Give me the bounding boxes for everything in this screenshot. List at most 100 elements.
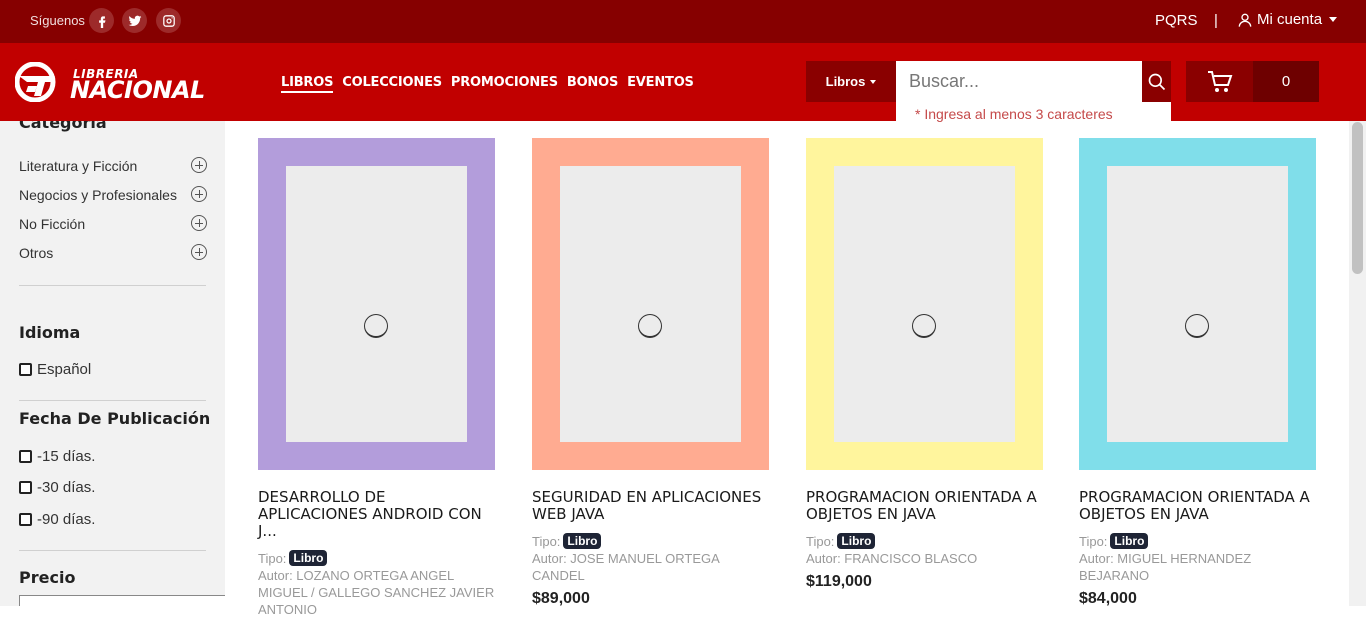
product-author: Autor: FRANCISCO BLASCO xyxy=(806,551,978,566)
follow-label: Síguenos xyxy=(30,13,85,28)
cart-icon xyxy=(1207,70,1232,92)
checkbox-icon[interactable] xyxy=(19,363,32,376)
product-cover[interactable] xyxy=(532,138,769,470)
plus-circle-icon[interactable] xyxy=(191,157,207,173)
product-price: $84,000 xyxy=(1079,590,1137,607)
instagram-icon[interactable] xyxy=(156,8,181,33)
date-checkbox[interactable]: -15 días. xyxy=(19,448,95,465)
date-label: -30 días. xyxy=(37,479,96,496)
main-header: LIBRERIA NACIONAL LIBROS COLECCIONES PRO… xyxy=(0,43,1366,124)
category-item[interactable]: Literatura y Ficción xyxy=(19,157,207,174)
product-card[interactable]: PROGRAMACION ORIENTADA A OBJETOS EN JAVA… xyxy=(1079,138,1316,608)
category-item[interactable]: No Ficción xyxy=(19,215,207,232)
checkbox-icon[interactable] xyxy=(19,513,32,526)
type-label: Tipo: xyxy=(258,550,287,566)
category-item[interactable]: Otros xyxy=(19,244,207,261)
search-icon xyxy=(1148,73,1165,90)
nav-colecciones[interactable]: COLECCIONES xyxy=(342,75,442,93)
product-price: $89,000 xyxy=(532,590,590,607)
cover-placeholder xyxy=(286,166,467,442)
filters-sidebar: Categoría Literatura y Ficción Negocios … xyxy=(0,121,225,606)
account-label: Mi cuenta xyxy=(1257,11,1323,28)
checkbox-icon[interactable] xyxy=(19,450,32,463)
cover-placeholder xyxy=(834,166,1015,442)
product-card[interactable]: SEGURIDAD EN APLICACIONES WEB JAVA Tipo:… xyxy=(532,138,769,608)
separator: | xyxy=(1214,12,1218,29)
type-label: Tipo: xyxy=(532,533,561,549)
logo-text-bottom: NACIONAL xyxy=(70,76,205,104)
category-label: Literatura y Ficción xyxy=(19,158,138,174)
date-label: -90 días. xyxy=(37,511,96,528)
plus-circle-icon[interactable] xyxy=(191,215,207,231)
search-category-label: Libros xyxy=(825,74,866,89)
product-cover[interactable] xyxy=(258,138,495,470)
divider xyxy=(19,400,206,401)
date-label: -15 días. xyxy=(37,448,96,465)
category-label: Negocios y Profesionales xyxy=(19,187,177,203)
cover-placeholder xyxy=(1107,166,1288,442)
pqrs-link[interactable]: PQRS xyxy=(1155,12,1198,29)
cart-count: 0 xyxy=(1253,61,1319,102)
price-input[interactable] xyxy=(19,595,225,606)
type-badge: Libro xyxy=(837,533,876,549)
product-author: Autor: JOSE MANUEL ORTEGA CANDEL xyxy=(532,551,720,583)
search-category-select[interactable]: Libros xyxy=(806,61,896,102)
search-input[interactable] xyxy=(896,61,1142,102)
plus-circle-icon[interactable] xyxy=(191,244,207,260)
checkbox-icon[interactable] xyxy=(19,481,32,494)
search-button[interactable] xyxy=(1142,61,1171,102)
nav-eventos[interactable]: EVENTOS xyxy=(627,75,694,93)
product-title[interactable]: PROGRAMACION ORIENTADA A OBJETOS EN JAVA xyxy=(1079,489,1316,523)
type-badge: Libro xyxy=(289,550,328,566)
plus-circle-icon[interactable] xyxy=(191,186,207,202)
nav-libros[interactable]: LIBROS xyxy=(281,75,333,93)
facebook-icon[interactable] xyxy=(89,8,114,33)
date-checkbox[interactable]: -30 días. xyxy=(19,479,95,496)
language-title: Idioma xyxy=(19,323,81,342)
cart-icon-wrap xyxy=(1186,61,1253,102)
language-label: Español xyxy=(37,361,92,378)
twitter-icon[interactable] xyxy=(122,8,147,33)
divider xyxy=(19,285,206,286)
product-type: Tipo: Libro xyxy=(258,550,495,566)
divider xyxy=(19,550,206,551)
product-author: Autor: LOZANO ORTEGA ANGEL MIGUEL / GALL… xyxy=(258,568,495,617)
type-label: Tipo: xyxy=(1079,533,1108,549)
language-checkbox[interactable]: Español xyxy=(19,361,91,378)
nav-bonos[interactable]: BONOS xyxy=(567,75,618,93)
product-title[interactable]: DESARROLLO DE APLICACIONES ANDROID CON J… xyxy=(258,489,495,540)
logo[interactable]: LIBRERIA NACIONAL xyxy=(15,60,220,106)
product-cover[interactable] xyxy=(806,138,1043,470)
type-label: Tipo: xyxy=(806,533,835,549)
chevron-down-icon xyxy=(1329,17,1338,22)
cart-button[interactable]: 0 xyxy=(1186,61,1319,102)
account-menu[interactable]: Mi cuenta xyxy=(1237,11,1338,28)
user-icon xyxy=(1238,13,1252,27)
loading-spinner-icon xyxy=(912,314,936,338)
type-badge: Libro xyxy=(1110,533,1149,549)
product-title[interactable]: PROGRAMACION ORIENTADA A OBJETOS EN JAVA xyxy=(806,489,1043,523)
product-price: $119,000 xyxy=(806,573,872,590)
nav-promociones[interactable]: PROMOCIONES xyxy=(451,75,558,93)
loading-spinner-icon xyxy=(364,314,388,338)
product-cover[interactable] xyxy=(1079,138,1316,470)
category-label: Otros xyxy=(19,245,54,261)
product-card[interactable]: DESARROLLO DE APLICACIONES ANDROID CON J… xyxy=(258,138,495,624)
category-label: No Ficción xyxy=(19,216,86,232)
product-type: Tipo: Libro xyxy=(1079,533,1316,549)
category-item[interactable]: Negocios y Profesionales xyxy=(19,186,207,203)
product-title[interactable]: SEGURIDAD EN APLICACIONES WEB JAVA xyxy=(532,489,769,523)
category-title: Categoría xyxy=(19,121,107,132)
product-type: Tipo: Libro xyxy=(532,533,769,549)
type-badge: Libro xyxy=(563,533,602,549)
scrollbar-thumb[interactable] xyxy=(1352,122,1363,274)
date-checkbox[interactable]: -90 días. xyxy=(19,511,95,528)
chevron-down-icon xyxy=(870,79,877,84)
product-author: Autor: MIGUEL HERNANDEZ BEJARANO xyxy=(1079,551,1252,583)
main-nav: LIBROS COLECCIONES PROMOCIONES BONOS EVE… xyxy=(281,75,694,93)
product-card[interactable]: PROGRAMACION ORIENTADA A OBJETOS EN JAVA… xyxy=(806,138,1043,591)
product-type: Tipo: Libro xyxy=(806,533,1043,549)
loading-spinner-icon xyxy=(638,314,662,338)
search-hint: * Ingresa al menos 3 caracteres xyxy=(896,102,1171,124)
price-title: Precio xyxy=(19,568,76,587)
